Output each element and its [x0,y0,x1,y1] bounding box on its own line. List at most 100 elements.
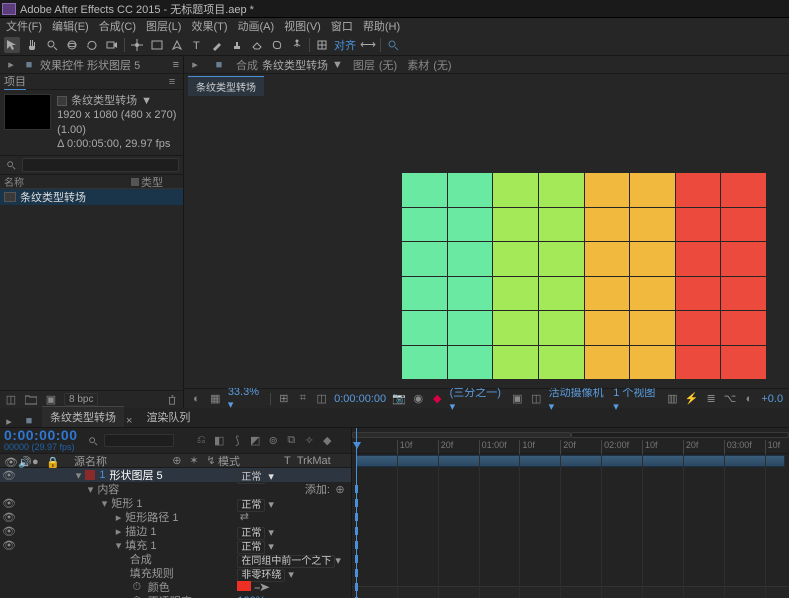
path-direction-icon[interactable]: ⇄ [237,511,251,523]
selection-tool-icon[interactable] [4,37,20,53]
time-ruler[interactable]: 10f20f01:00f10f20f02:00f10f20f03:00f10f [352,428,789,454]
brainstorm-icon[interactable]: ✧ [302,435,316,447]
project-item[interactable]: 条纹类型转场 [0,189,183,205]
exposure-reset-icon[interactable]: ◐ [742,393,755,405]
search-icon[interactable] [86,435,100,447]
trash-icon[interactable] [165,394,179,406]
crumb-footage[interactable]: 素材 (无) [407,57,451,73]
video-col-icon[interactable]: 👁 [4,456,14,466]
switches-icon[interactable]: ✶ [187,454,201,466]
eraser-tool-icon[interactable] [249,37,265,53]
rotate-tool-icon[interactable] [84,37,100,53]
eye-icon[interactable]: 👁 [4,526,14,536]
info-dropdown-icon[interactable]: ▼ [141,94,152,108]
comp-mini-flowchart-icon[interactable]: ⎌ [194,435,208,447]
property-row[interactable]: 填充规则 非零环绕 ▾ [0,566,351,580]
col-t[interactable]: T [284,455,291,467]
menu-layer[interactable]: 图层(L) [142,18,185,34]
bpc-button[interactable]: 8 bpc [64,393,98,406]
timeline-search-input[interactable] [104,434,174,447]
eyedropper-icon[interactable]: ⎯➤ [254,582,266,592]
switches-icon[interactable]: ⊕ [170,454,184,466]
snapping-label[interactable]: 对齐 [334,37,356,53]
property-row[interactable]: 👁 ▸描边 1 正常 ▾ [0,524,351,538]
col-name[interactable]: 名称 [4,174,131,189]
puppet-tool-icon[interactable] [289,37,305,53]
project-search-input[interactable] [22,158,179,172]
new-folder-icon[interactable] [24,394,38,406]
transparency-grid-icon[interactable]: ◫ [530,393,543,405]
property-row[interactable]: ▾内容 添加: ⊕ [0,482,351,496]
eye-icon[interactable]: 👁 [4,498,14,508]
playhead[interactable] [356,428,357,598]
hand-tool-icon[interactable] [24,37,40,53]
twirl-icon[interactable]: ▾ [76,469,82,482]
motion-blur-icon[interactable]: ⊚ [266,435,280,447]
frame-blend-icon[interactable]: ◩ [248,435,262,447]
layer-bar[interactable] [356,455,785,467]
always-preview-icon[interactable]: ◐ [190,393,203,405]
time-navigator[interactable] [571,432,789,438]
snapping-toggle-icon[interactable] [314,37,330,53]
menu-composition[interactable]: 合成(C) [95,18,140,34]
safe-zones-icon[interactable]: ⌗ [296,393,309,405]
interpret-footage-icon[interactable]: ◫ [4,394,18,406]
pen-tool-icon[interactable] [169,37,185,53]
layer-row[interactable]: 👁 ▾1 形状图层 5 正常 ▾ [0,468,351,482]
panel-menu-icon[interactable]: ≡ [173,59,179,71]
twirl-icon[interactable]: ▸ [116,525,122,538]
menu-help[interactable]: 帮助(H) [359,18,404,34]
snapshot-icon[interactable]: 📷 [392,393,406,405]
render-queue-tab[interactable]: 渲染队列 [138,407,198,427]
effect-controls-header[interactable]: ▸ ■ 效果控件 形状图层 5 ≡ [0,56,183,74]
draft3d-icon[interactable]: ◧ [212,435,226,447]
flowchart-icon[interactable]: ■ [212,59,226,71]
crumb-comp[interactable]: 合成 条纹类型转场 ▼ [236,57,343,73]
property-row[interactable]: 👁 ▾矩形 1 正常 ▾ [0,496,351,510]
project-tab[interactable]: 项目 [4,73,26,90]
eye-icon[interactable]: 👁 [4,540,14,550]
property-row[interactable]: 👁 ▸矩形路径 1 ⇄ [0,510,351,524]
hide-shy-icon[interactable]: ⟆ [230,435,244,447]
twirl-icon[interactable]: ▾ [102,497,108,510]
eye-icon[interactable]: 👁 [4,470,14,480]
comp-flowchart-icon[interactable]: ■ [22,415,36,427]
lock-col-icon[interactable]: 🔒 [46,456,56,466]
current-time[interactable]: 0:00:00:00 [334,393,386,405]
camera-tool-icon[interactable] [104,37,120,53]
timecode[interactable]: 0:00:00:00 00000 (29.97 fps) [4,428,78,453]
col-type[interactable]: 类型 [131,174,179,190]
stamp-tool-icon[interactable] [229,37,245,53]
menu-edit[interactable]: 编辑(E) [48,18,93,34]
time-navigator[interactable] [352,432,571,438]
property-row[interactable]: 👁 ▾填充 1 正常 ▾ [0,538,351,552]
menu-file[interactable]: 文件(F) [2,18,46,34]
search-help-icon[interactable] [385,37,401,53]
text-tool-icon[interactable]: T [189,37,205,53]
composition-viewer[interactable] [184,96,789,388]
color-swatch[interactable] [237,581,251,591]
property-row[interactable]: ⏱ 不透明度 100% [0,594,351,598]
pixel-aspect-icon[interactable]: ▥ [666,393,679,405]
anchor-tool-icon[interactable] [129,37,145,53]
graph-editor-icon[interactable]: ⧉ [284,435,298,447]
col-mode[interactable]: 模式 [218,456,240,468]
menu-effect[interactable]: 效果(T) [187,18,231,34]
col-trkmat[interactable]: TrkMat [297,455,331,467]
property-row[interactable]: ⏱ 颜色 ⎯➤ [0,580,351,594]
twirl-icon[interactable]: ▸ [116,511,122,524]
menu-animation[interactable]: 动画(A) [234,18,279,34]
new-comp-icon[interactable]: ▣ [44,394,58,406]
fast-preview-icon[interactable]: ⚡ [685,393,699,405]
magnify-icon[interactable]: ▦ [209,393,222,405]
show-snapshot-icon[interactable]: ◉ [412,393,425,405]
snap-group-icon[interactable]: ⟷ [360,37,376,53]
menu-view[interactable]: 视图(V) [280,18,325,34]
stopwatch-icon[interactable]: ⏱ [130,581,144,593]
menu-window[interactable]: 窗口 [327,18,357,34]
zoom-tool-icon[interactable] [44,37,60,53]
audio-col-icon[interactable]: 🔊 [18,456,28,466]
roto-tool-icon[interactable] [269,37,285,53]
col-sourcename[interactable]: 源名称 [74,456,107,468]
layer-color-chip[interactable] [85,470,95,480]
